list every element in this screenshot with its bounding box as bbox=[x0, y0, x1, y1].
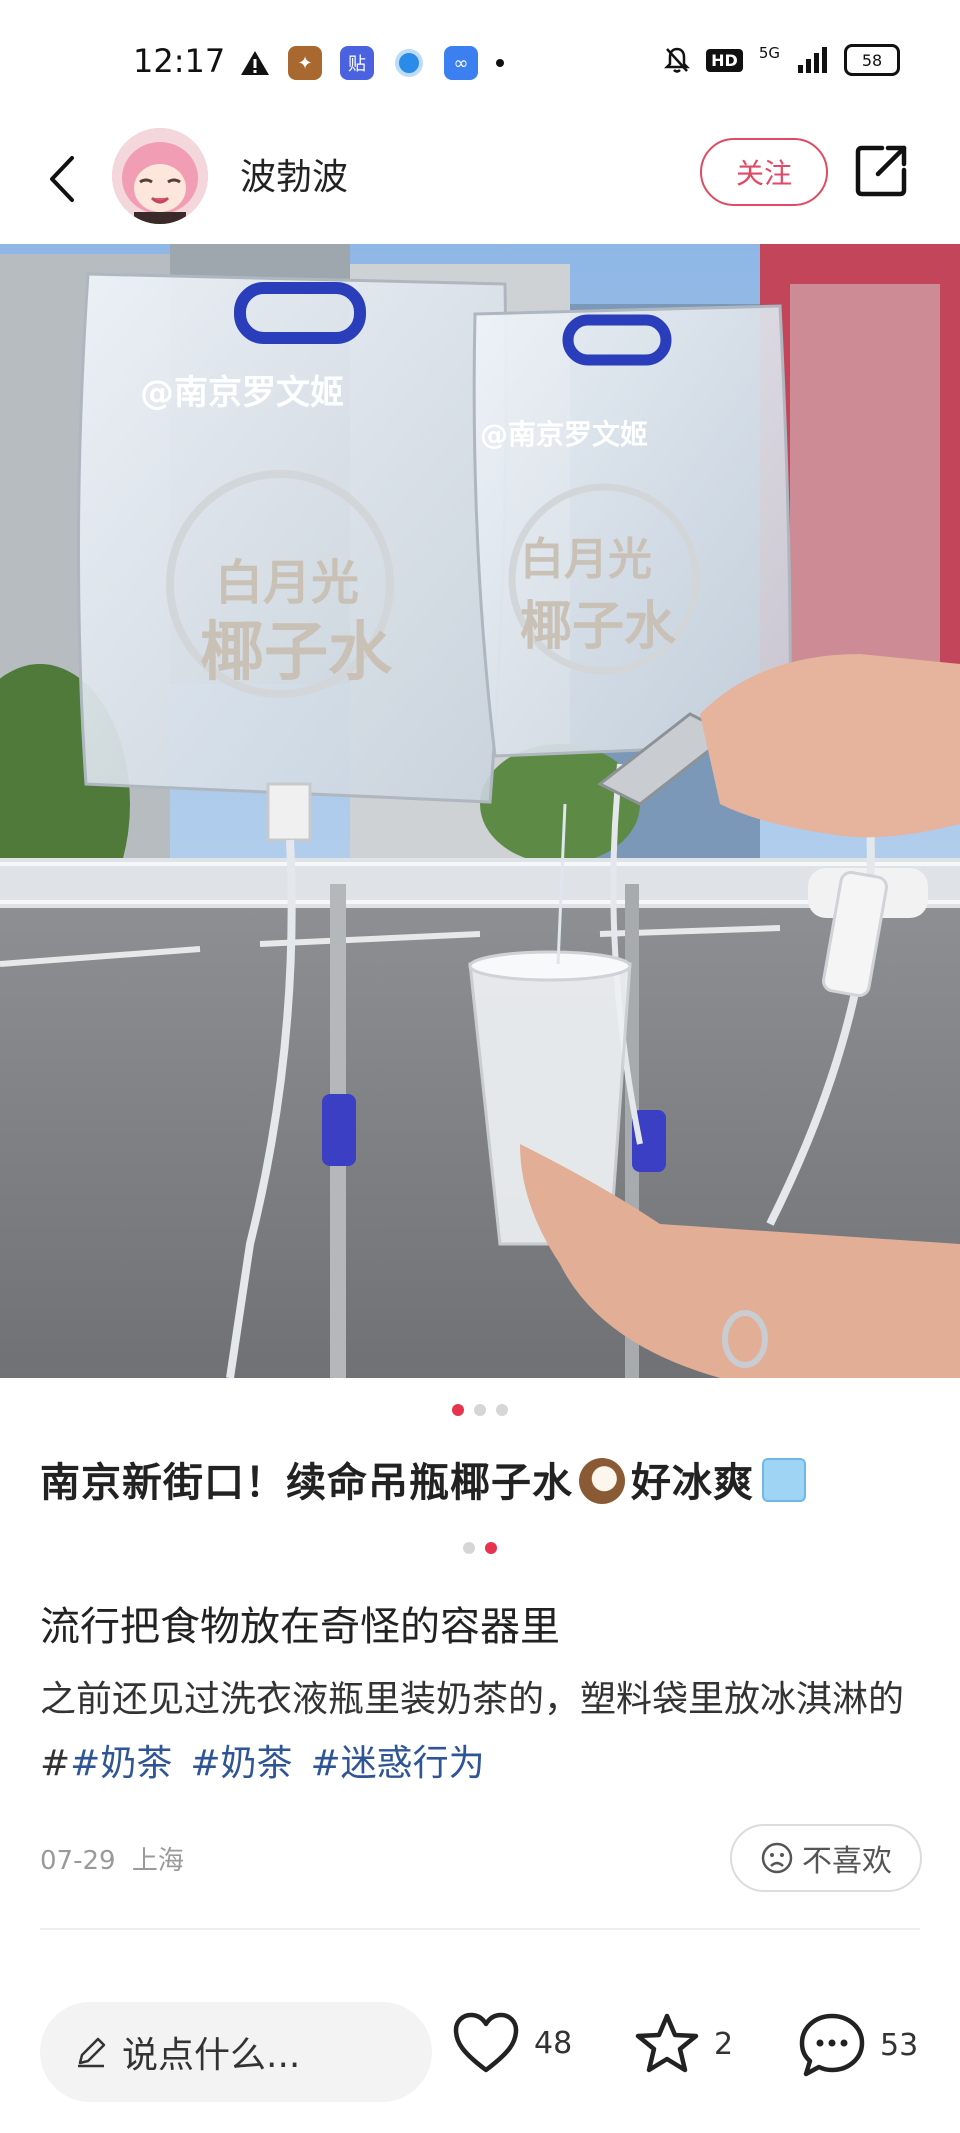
hashtag-confusing-behavior[interactable]: #迷惑行为 bbox=[311, 1743, 485, 1784]
like-button[interactable]: 48 bbox=[452, 2012, 572, 2074]
share-button[interactable] bbox=[854, 142, 914, 202]
post-title: 南京新街口！续命吊瓶椰子水 好冰爽 bbox=[40, 1450, 806, 1508]
status-bar: 12:17 ✦ 贴 ∞ HD 5G 58 bbox=[0, 0, 960, 120]
section-dot-1 bbox=[463, 1542, 475, 1554]
dislike-label: 不喜欢 bbox=[802, 1844, 892, 1879]
bag2-brand-line2: 椰子水 bbox=[520, 597, 677, 657]
game-app-icon: ✦ bbox=[288, 46, 322, 80]
post-location: 上海 bbox=[131, 1846, 184, 1876]
tieba-app-icon: 贴 bbox=[340, 46, 374, 80]
like-count: 48 bbox=[534, 2025, 573, 2061]
ice-cube-emoji-icon bbox=[762, 1458, 806, 1502]
chevron-left-icon bbox=[50, 156, 74, 202]
status-time: 12:17 bbox=[133, 42, 226, 80]
signal-icon bbox=[798, 47, 827, 73]
author-name[interactable]: 波勃波 bbox=[240, 148, 348, 200]
battery-icon: 58 bbox=[844, 44, 900, 76]
favorite-count: 2 bbox=[714, 2026, 734, 2062]
pagination-dot-2[interactable] bbox=[474, 1404, 486, 1416]
notification-icons: ✦ 贴 ∞ bbox=[240, 46, 504, 80]
bag-watermark-2: @南京罗文姬 bbox=[480, 418, 648, 451]
star-icon bbox=[635, 2013, 699, 2073]
sad-face-icon bbox=[761, 1842, 793, 1874]
post-title-suffix: 好冰爽 bbox=[631, 1460, 754, 1506]
anime-avatar-image bbox=[112, 128, 208, 224]
pagination-dot-3[interactable] bbox=[496, 1404, 508, 1416]
post-body: 之前还见过洗衣液瓶里装奶茶的，塑料袋里放冰淇淋的##奶茶 #奶茶 #迷惑行为 bbox=[40, 1668, 920, 1796]
dislike-button[interactable]: 不喜欢 bbox=[730, 1824, 922, 1892]
pagination-dot-1[interactable] bbox=[452, 1404, 464, 1416]
share-icon bbox=[855, 145, 907, 197]
heart-icon bbox=[453, 2012, 519, 2073]
status-right: HD 5G 58 bbox=[664, 44, 900, 76]
more-notifications-dot bbox=[496, 59, 504, 67]
bag-brand-line1: 白月光 bbox=[215, 555, 359, 611]
favorite-button[interactable]: 2 bbox=[634, 2012, 733, 2076]
bag2-brand-line1: 白月光 bbox=[520, 534, 652, 585]
comment-placeholder: 说点什么... bbox=[122, 2035, 301, 2076]
circle-app-icon bbox=[392, 46, 426, 80]
comment-count: 53 bbox=[880, 2027, 919, 2063]
divider bbox=[40, 1928, 920, 1930]
post-meta: 07-29 上海 bbox=[40, 1840, 184, 1877]
back-button[interactable] bbox=[36, 144, 86, 214]
coconut-water-iv-photo: @南京罗文姬 白月光 椰子水 @南京罗文姬 白月光 椰子水 bbox=[0, 244, 960, 1378]
post-title-text: 南京新街口！续命吊瓶椰子水 bbox=[40, 1460, 573, 1506]
hashtag-milk-tea-2[interactable]: #奶茶 bbox=[190, 1743, 292, 1784]
bag-brand-line2: 椰子水 bbox=[200, 616, 393, 690]
battery-level: 58 bbox=[861, 50, 883, 70]
section-pagination-dots bbox=[0, 1542, 960, 1554]
post-subtitle: 流行把食物放在奇怪的容器里 bbox=[40, 1604, 560, 1650]
hd-badge: HD bbox=[706, 48, 743, 72]
coconut-emoji-icon bbox=[579, 1458, 625, 1504]
pencil-icon bbox=[78, 2037, 106, 2068]
network-label: 5G bbox=[758, 44, 780, 62]
follow-button[interactable]: 关注 bbox=[700, 138, 828, 206]
post-photo[interactable]: @南京罗文姬 白月光 椰子水 @南京罗文姬 白月光 椰子水 bbox=[0, 244, 960, 1378]
bottom-action-bar: 说点什么... 48 2 53 bbox=[0, 1990, 960, 2120]
link-app-icon: ∞ bbox=[444, 46, 478, 80]
comment-button[interactable]: 53 bbox=[798, 2012, 918, 2078]
comment-input[interactable]: 说点什么... bbox=[40, 2002, 432, 2102]
follow-label: 关注 bbox=[735, 157, 792, 190]
hashtag-milk-tea[interactable]: #奶茶 bbox=[70, 1743, 172, 1784]
image-pagination-dots[interactable] bbox=[0, 1404, 960, 1416]
bag-watermark-1: @南京罗文姬 bbox=[140, 373, 344, 413]
mute-bell-icon bbox=[664, 47, 691, 73]
author-avatar[interactable] bbox=[112, 128, 208, 224]
comment-bubble-icon bbox=[799, 2013, 865, 2077]
post-date: 07-29 bbox=[40, 1846, 116, 1876]
section-dot-2 bbox=[485, 1542, 497, 1554]
warning-icon bbox=[241, 51, 269, 75]
post-header: 波勃波 关注 bbox=[0, 120, 960, 240]
